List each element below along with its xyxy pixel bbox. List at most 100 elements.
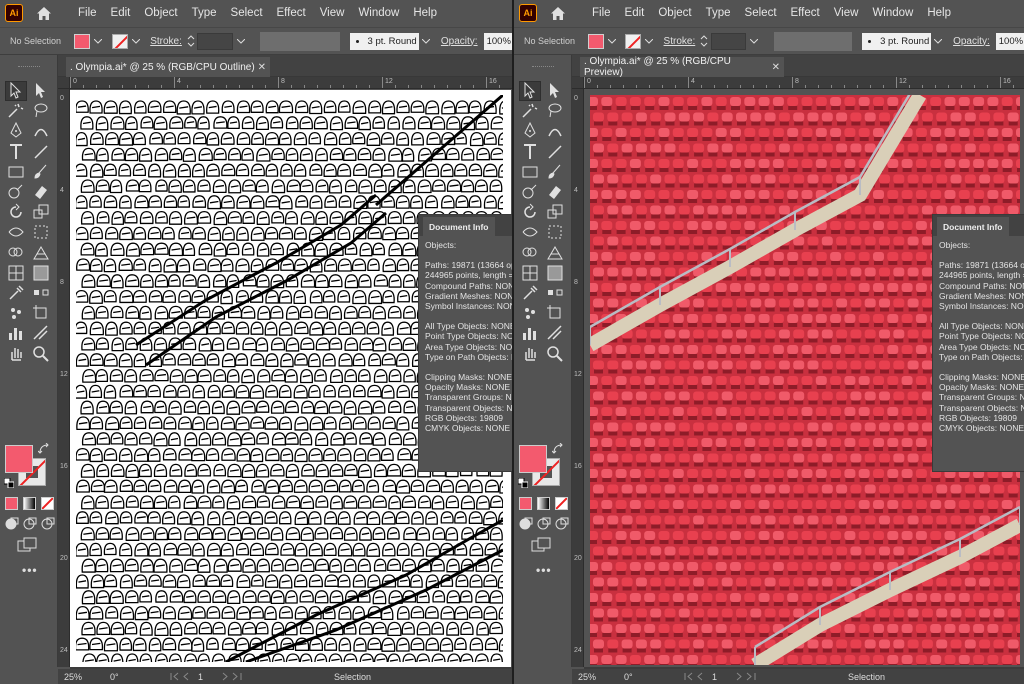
mesh-tool-icon[interactable] [5,263,27,283]
menu-type[interactable]: Type [699,7,738,19]
zoom-tool-icon[interactable] [30,344,52,364]
rotate-view-angle[interactable]: 0° [102,672,170,682]
draw-inside-icon[interactable] [41,517,55,530]
stroke-weight-input[interactable] [710,32,747,50]
variable-width-profile[interactable] [260,31,340,51]
swap-fill-stroke-icon[interactable] [551,442,564,455]
magic-wand-tool-icon[interactable] [5,101,27,121]
stroke-color-swatch[interactable] [111,33,128,49]
stroke-color-swatch[interactable] [625,33,642,49]
screen-mode-icon[interactable] [531,536,553,554]
artboard-number[interactable]: 1 [706,672,734,682]
document-tab[interactable]: . Olympia.ai* @ 25 % (RGB/CPU Preview) ✕ [580,56,784,78]
status-tool[interactable]: Selection [848,672,885,682]
chevron-down-icon[interactable] [748,35,759,47]
line-segment-tool-icon[interactable] [30,142,52,162]
vertical-ruler[interactable]: 0 4 8 12 16 20 24 [58,89,70,667]
free-transform-tool-icon[interactable] [544,222,566,242]
stroke-label[interactable]: Stroke: [664,36,696,47]
artboard-tool-icon[interactable] [30,303,52,323]
rectangle-tool-icon[interactable] [5,162,27,182]
eraser-tool-icon[interactable] [30,182,52,202]
menu-view[interactable]: View [313,7,352,19]
menu-view[interactable]: View [827,7,866,19]
direct-selection-tool-icon[interactable] [544,81,566,101]
stroke-label[interactable]: Stroke: [150,36,182,47]
slice-tool-icon[interactable] [544,323,566,343]
menu-select[interactable]: Select [224,7,270,19]
menu-window[interactable]: Window [865,7,920,19]
artboard-nav-prev[interactable] [684,672,706,681]
none-mode-icon[interactable] [41,497,54,510]
menu-object[interactable]: Object [137,7,184,19]
hand-tool-icon[interactable] [5,344,27,364]
color-mode-icon[interactable] [519,497,532,510]
draw-normal-icon[interactable] [519,517,533,530]
blend-tool-icon[interactable] [544,283,566,303]
opacity-label[interactable]: Opacity: [441,36,478,47]
rectangle-tool-icon[interactable] [519,162,541,182]
column-graph-tool-icon[interactable] [5,323,27,343]
paintbrush-tool-icon[interactable] [30,162,52,182]
home-icon[interactable] [35,4,53,22]
ruler-origin[interactable] [58,77,70,89]
pen-tool-icon[interactable] [5,121,27,141]
brush-definition-dropdown[interactable]: 3 pt. Round [862,32,931,50]
artboard-nav-next[interactable] [734,672,756,681]
gradient-tool-icon[interactable] [30,263,52,283]
draw-normal-icon[interactable] [5,517,19,530]
menu-help[interactable]: Help [406,7,444,19]
zoom-level[interactable]: 25% [572,672,616,682]
artboard-nav-next[interactable] [220,672,242,681]
scale-tool-icon[interactable] [30,202,52,222]
hand-tool-icon[interactable] [519,344,541,364]
document-info-tab[interactable]: Document Info [423,217,495,236]
chevron-down-icon[interactable] [606,35,617,47]
artboard-nav-prev[interactable] [170,672,192,681]
variable-width-profile[interactable] [773,31,853,51]
eyedropper-tool-icon[interactable] [5,283,27,303]
screen-mode-icon[interactable] [17,536,39,554]
width-tool-icon[interactable] [519,222,541,242]
chevron-down-icon[interactable] [421,35,432,47]
chevron-down-icon[interactable] [92,35,103,47]
pen-tool-icon[interactable] [519,121,541,141]
vertical-ruler[interactable]: 0 4 8 12 16 20 24 [572,89,584,667]
opacity-input[interactable]: 100% [995,32,1024,50]
color-mode-icon[interactable] [5,497,18,510]
curvature-tool-icon[interactable] [544,121,566,141]
opacity-input[interactable]: 100% [483,32,512,50]
document-tab[interactable]: . Olympia.ai* @ 25 % (RGB/CPU Outline) ✕ [66,57,270,77]
magic-wand-tool-icon[interactable] [519,101,541,121]
horizontal-ruler[interactable]: 0 4 8 12 16 [70,77,512,89]
lasso-tool-icon[interactable] [544,101,566,121]
menu-window[interactable]: Window [351,7,406,19]
rotate-tool-icon[interactable] [5,202,27,222]
default-fill-stroke-icon[interactable] [517,477,529,489]
menu-file[interactable]: File [71,7,104,19]
draw-behind-icon[interactable] [23,517,37,530]
fill-color-large[interactable] [5,445,33,473]
edit-toolbar-icon[interactable]: ••• [536,563,552,577]
rotate-view-angle[interactable]: 0° [616,672,684,682]
slice-tool-icon[interactable] [30,323,52,343]
horizontal-ruler[interactable]: 0 4 8 12 16 [584,77,1024,89]
swap-fill-stroke-icon[interactable] [37,442,50,455]
type-tool-icon[interactable] [519,142,541,162]
perspective-grid-tool-icon[interactable] [544,243,566,263]
column-graph-tool-icon[interactable] [519,323,541,343]
lasso-tool-icon[interactable] [30,101,52,121]
status-tool[interactable]: Selection [334,672,371,682]
opacity-label[interactable]: Opacity: [953,36,990,47]
rotate-tool-icon[interactable] [519,202,541,222]
home-icon[interactable] [549,4,567,22]
stepper-icon[interactable] [186,33,195,49]
gradient-tool-icon[interactable] [544,263,566,283]
close-icon[interactable]: ✕ [258,62,266,73]
direct-selection-tool-icon[interactable] [30,81,52,101]
close-icon[interactable]: ✕ [772,62,780,73]
menu-type[interactable]: Type [185,7,224,19]
fill-color-large[interactable] [519,445,547,473]
scale-tool-icon[interactable] [544,202,566,222]
ruler-origin[interactable] [572,77,584,89]
